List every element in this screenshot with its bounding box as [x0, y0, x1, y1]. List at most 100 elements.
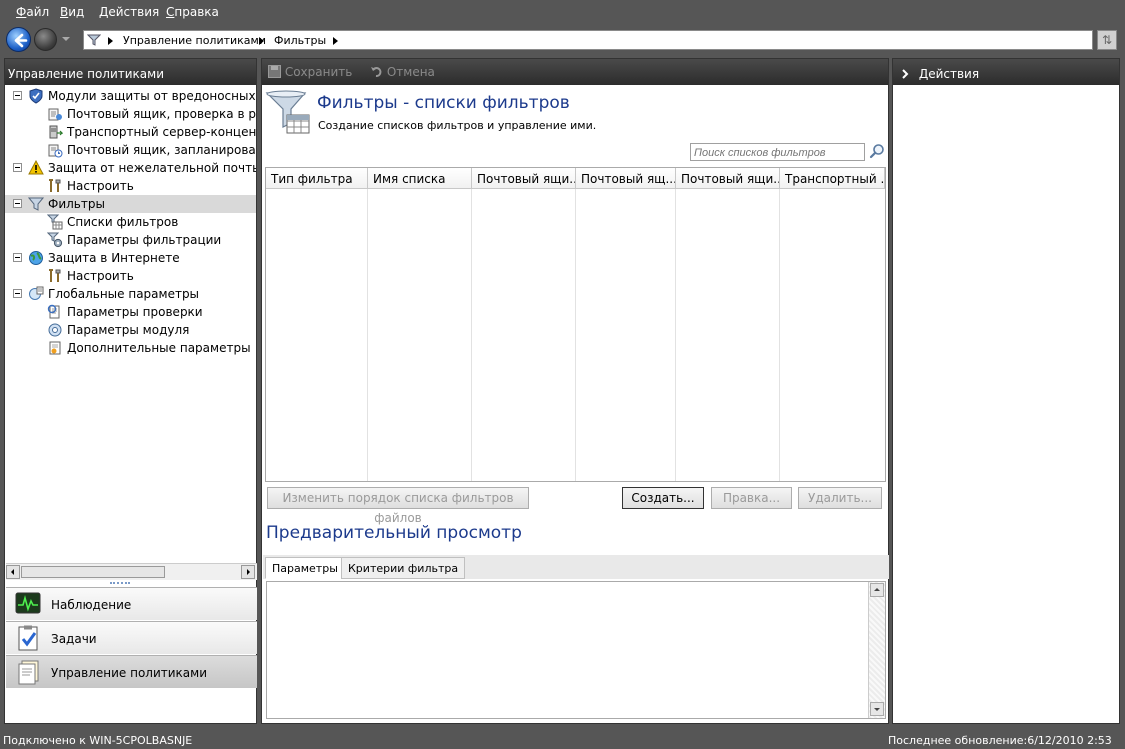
- refresh-button[interactable]: ⇅: [1097, 30, 1117, 50]
- menu-actions[interactable]: Действия: [99, 5, 159, 19]
- collapse-icon[interactable]: [13, 289, 22, 298]
- tree-item[interactable]: Фильтры: [5, 195, 256, 213]
- tree-item-label: Фильтры: [48, 197, 105, 211]
- tree-item-label: Настроить: [67, 269, 134, 283]
- breadcrumb-item[interactable]: Фильтры: [274, 34, 326, 47]
- menu-view[interactable]: Вид: [60, 5, 84, 19]
- tree-item-label: Почтовый ящик, запланированна: [67, 143, 256, 157]
- reorder-button[interactable]: Изменить порядок списка фильтров файлов: [267, 487, 529, 525]
- global-settings-icon: [29, 286, 44, 300]
- tree-item[interactable]: Настроить: [5, 177, 256, 195]
- column-header[interactable]: Почтовый ящи...: [472, 168, 576, 189]
- tree-item[interactable]: Защита от нежелательной почты: [5, 159, 256, 177]
- forward-button[interactable]: [34, 28, 57, 51]
- scroll-right-button[interactable]: [241, 565, 255, 579]
- actions-panel: Действия: [892, 58, 1120, 724]
- horizontal-scrollbar[interactable]: [6, 563, 257, 580]
- tree-item[interactable]: Параметры фильтрации: [5, 231, 256, 249]
- menu-help[interactable]: Справка: [166, 5, 219, 19]
- address-bar[interactable]: Управление политиками Фильтры: [83, 30, 1093, 50]
- tree-item[interactable]: Глобальные параметры: [5, 285, 256, 303]
- connection-status: Подключено к WIN-5CPOLBASNJE: [3, 734, 193, 747]
- filter-list-header-icon: [265, 90, 310, 134]
- cancel-button[interactable]: Отмена: [370, 65, 435, 79]
- save-icon: [268, 65, 281, 78]
- page-title: Фильтры - списки фильтров: [317, 93, 570, 113]
- splitter-grip[interactable]: [110, 582, 130, 586]
- actions-panel-header[interactable]: Действия: [893, 59, 1119, 85]
- column-divider: [675, 189, 676, 481]
- tasks-icon: [18, 625, 38, 651]
- preview-tabs: Параметры Критерии фильтра: [263, 555, 889, 579]
- delete-button[interactable]: Удалить...: [798, 487, 882, 509]
- scroll-thumb[interactable]: [21, 566, 165, 578]
- spam-shield-icon: [28, 160, 44, 175]
- collapse-icon[interactable]: [13, 199, 22, 208]
- search-icon[interactable]: [869, 143, 885, 159]
- status-bar: Подключено к WIN-5CPOLBASNJE Последнее о…: [0, 730, 1125, 749]
- tree-item[interactable]: Транспортный сервер-концентрат: [5, 123, 256, 141]
- globe-icon: [29, 251, 43, 265]
- collapse-icon[interactable]: [13, 163, 22, 172]
- nav-button-label: Наблюдение: [51, 598, 132, 612]
- save-button[interactable]: Сохранить: [268, 65, 352, 79]
- tree-item[interactable]: Модули защиты от вредоносных про: [5, 87, 256, 105]
- navigation-buttons: Наблюдение Задачи Управление политиками: [5, 587, 258, 723]
- vertical-scrollbar[interactable]: [868, 582, 885, 718]
- nav-button-label: Управление политиками: [51, 666, 207, 680]
- filter-icon: [28, 197, 44, 211]
- tree-item-label: Глобальные параметры: [48, 287, 200, 301]
- scroll-left-button[interactable]: [6, 565, 20, 579]
- nav-button[interactable]: Управление политиками: [6, 655, 257, 688]
- tree-item[interactable]: Настроить: [5, 267, 256, 285]
- monitor-icon: [15, 592, 41, 614]
- nav-button[interactable]: Наблюдение: [6, 587, 257, 620]
- tree-item[interactable]: Параметры модуля: [5, 321, 256, 339]
- tab-parameters[interactable]: Параметры: [265, 557, 345, 579]
- column-header[interactable]: Почтовый ящи...: [676, 168, 780, 189]
- page-subtitle: Создание списков фильтров и управление и…: [318, 119, 597, 132]
- advanced-settings-icon: [49, 341, 61, 355]
- column-header[interactable]: Транспортный ...: [780, 168, 885, 189]
- policy-tree: Модули защиты от вредоносных про Почтовый…: [5, 87, 256, 562]
- column-header[interactable]: Имя списка: [368, 168, 472, 189]
- back-button[interactable]: [6, 27, 31, 52]
- tree-item-label: Списки фильтров: [67, 215, 179, 229]
- preview-title: Предварительный просмотр: [266, 523, 522, 543]
- menu-file[interactable]: Файл: [16, 5, 49, 19]
- tree-item-label: Настроить: [67, 179, 134, 193]
- tab-filter-criteria[interactable]: Критерии фильтра: [341, 557, 466, 579]
- collapse-icon[interactable]: [13, 91, 22, 100]
- tree-item[interactable]: Почтовый ящик, проверка в реж: [5, 105, 256, 123]
- scroll-up-button[interactable]: [870, 583, 884, 597]
- breadcrumb-item[interactable]: Управление политиками: [123, 34, 266, 47]
- scroll-down-button[interactable]: [870, 702, 884, 716]
- column-header[interactable]: Тип фильтра: [266, 168, 368, 189]
- filter-lists-table[interactable]: Тип фильтра Имя списка Почтовый ящи... Почт…: [265, 167, 886, 482]
- tree-item[interactable]: Защита в Интернете: [5, 249, 256, 267]
- server-icon: [49, 125, 63, 139]
- mailbox-scheduled-icon: [48, 144, 63, 158]
- filter-settings-icon: [47, 232, 63, 248]
- preview-content: [266, 581, 886, 719]
- edit-button[interactable]: Правка...: [711, 487, 792, 509]
- history-dropdown-icon[interactable]: [62, 37, 70, 41]
- collapse-icon[interactable]: [13, 253, 22, 262]
- scan-settings-icon: [47, 304, 60, 319]
- column-header[interactable]: Почтовый ящ...: [576, 168, 676, 189]
- tree-item[interactable]: Списки фильтров: [5, 213, 256, 231]
- tree-item[interactable]: Дополнительные параметры: [5, 339, 256, 357]
- column-divider: [471, 189, 472, 481]
- tree-item-label: Параметры модуля: [67, 323, 190, 337]
- tree-item-label: Модули защиты от вредоносных про: [48, 89, 256, 103]
- nav-button[interactable]: Задачи: [6, 621, 257, 654]
- tree-item[interactable]: Почтовый ящик, запланированна: [5, 141, 256, 159]
- back-arrow-icon: [14, 33, 28, 48]
- tree-item-label: Дополнительные параметры: [67, 341, 251, 355]
- actions-panel-title: Действия: [918, 67, 980, 81]
- tree-item[interactable]: Параметры проверки: [5, 303, 256, 321]
- left-navigation-panel: Управление политиками Модули защиты от в…: [4, 58, 257, 724]
- left-panel-title: Управление политиками: [5, 59, 256, 85]
- search-input[interactable]: [690, 143, 865, 161]
- create-button[interactable]: Создать...: [622, 487, 704, 509]
